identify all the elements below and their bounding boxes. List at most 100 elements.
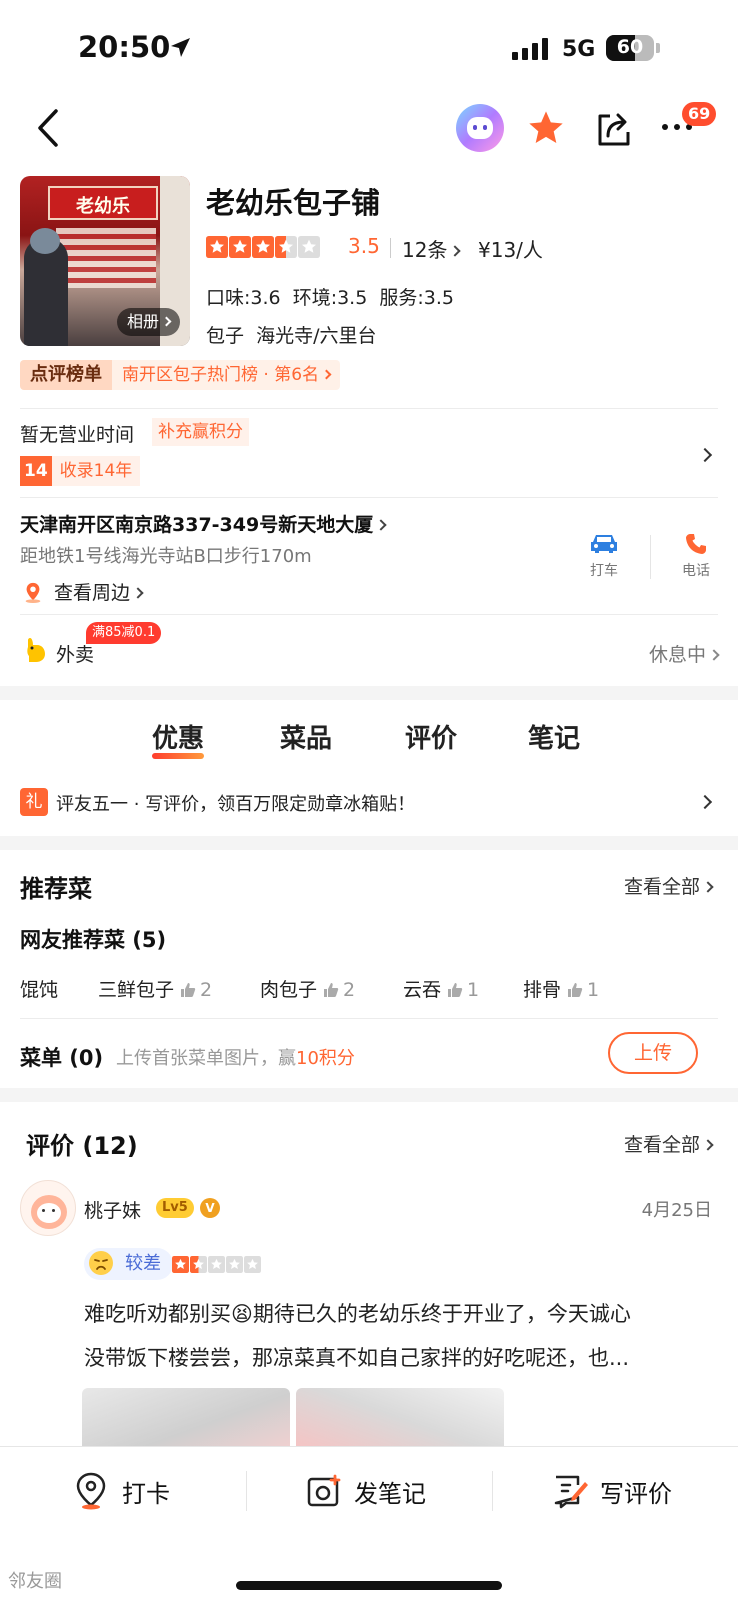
network-type: 5G — [562, 37, 596, 62]
ranking-banner[interactable]: 点评榜单 南开区包子热门榜 · 第6名 — [20, 360, 341, 390]
dish-likes: 2 — [200, 979, 213, 1001]
post-note-button[interactable]: 发笔记 — [306, 1471, 426, 1511]
watermark: 邻友圈 — [8, 1571, 62, 1592]
promo-text: 评友五一 · 写评价，领百万限定勋章冰箱贴！ — [56, 794, 416, 815]
avatar[interactable] — [20, 1180, 76, 1236]
review-text-line-1[interactable]: 难吃听劝都别买😫期待已久的老幼乐终于开业了，今天诚心 — [84, 1298, 631, 1328]
gift-icon: 礼 — [20, 788, 48, 816]
dish-name: 云吞 — [403, 979, 442, 1001]
delivery-row[interactable]: 外卖 满85减0.1 休息中 — [20, 622, 720, 676]
upload-button[interactable]: 上传 — [608, 1032, 698, 1074]
delivery-status: 休息中 — [648, 640, 720, 667]
menu-hint: 上传首张菜单图片，赢10积分 — [116, 1044, 355, 1070]
nearby-label: 查看周边 — [54, 582, 131, 604]
hours-text: 暂无营业时间 — [20, 424, 135, 446]
reviewer-name[interactable]: 桃子妹 — [84, 1196, 141, 1223]
dish-likes: 1 — [587, 979, 600, 1001]
supplement-points-tag[interactable]: 补充赢积分 — [152, 418, 249, 446]
rating-score: 3.5 — [348, 234, 380, 258]
menu-hint-text: 上传首张菜单图片，赢 — [116, 1048, 296, 1069]
ranking-text: 南开区包子热门榜 · 第6名 — [122, 365, 320, 385]
home-indicator — [236, 1581, 502, 1590]
recommend-title: 推荐菜 — [20, 875, 92, 903]
dish-likes: 1 — [467, 979, 480, 1001]
share-icon[interactable] — [594, 108, 634, 148]
reviews-count-link[interactable]: 12条 — [402, 234, 462, 263]
delivery-kangaroo-icon — [27, 638, 45, 662]
star-full-icon — [172, 1256, 189, 1273]
sub-scores: 口味:3.6 环境:3.5 服务:3.5 — [206, 287, 455, 309]
ai-assistant-icon[interactable] — [456, 104, 504, 152]
dish-likes: 2 — [343, 979, 356, 1001]
delivery-label: 外卖 — [56, 644, 95, 666]
review-text-line-2[interactable]: 没带饭下楼尝尝，那凉菜真不如自己家拌的好吃呢还，也... — [84, 1342, 629, 1372]
dish-item[interactable]: 云吞 1 — [403, 975, 479, 1002]
tab-discounts[interactable]: 优惠 — [152, 718, 205, 759]
status-time: 20:50 — [78, 30, 171, 64]
dish-item[interactable]: 排骨 1 — [523, 975, 599, 1002]
tab-reviews[interactable]: 评价 — [405, 718, 457, 755]
favorite-star-icon[interactable] — [526, 108, 566, 148]
star-full-icon — [229, 236, 251, 258]
mood-label: 较差 — [125, 1253, 162, 1274]
album-button[interactable]: 相册 — [116, 308, 180, 336]
checkin-button[interactable]: 打卡 — [74, 1471, 170, 1511]
tab-dishes[interactable]: 菜品 — [280, 718, 332, 755]
verified-badge-icon: V — [200, 1198, 220, 1218]
delivery-status-text: 休息中 — [648, 644, 706, 666]
dish-name: 排骨 — [523, 979, 562, 1001]
reviews-count: 12条 — [402, 238, 448, 262]
years-text: 收录14年 — [59, 461, 133, 481]
nearby-link[interactable]: 查看周边 — [22, 578, 144, 605]
chevron-right-icon — [697, 447, 713, 463]
address-text: 天津南开区南京路337-349号新天地大厦 — [20, 514, 374, 536]
star-half-icon — [275, 236, 297, 258]
hours-row[interactable]: 暂无营业时间 补充赢积分 14 收录14年 — [20, 418, 718, 488]
back-icon[interactable] — [34, 108, 62, 148]
chevron-right-icon — [697, 794, 713, 810]
menu-points: 10积分 — [296, 1048, 355, 1069]
phone-button[interactable]: 电话 — [672, 532, 720, 580]
storefront-sign: 老幼乐 — [76, 196, 130, 217]
write-review-label: 写评价 — [600, 1479, 672, 1508]
recommend-subtitle: 网友推荐菜 (5) — [20, 928, 167, 952]
tab-notes[interactable]: 笔记 — [528, 718, 580, 755]
phone-icon — [686, 534, 706, 554]
taxi-label: 打车 — [590, 563, 618, 579]
shop-name: 老幼乐包子铺 — [206, 186, 381, 220]
star-half-icon — [190, 1256, 207, 1273]
phone-label: 电话 — [682, 563, 710, 579]
address-link[interactable]: 天津南开区南京路337-349号新天地大厦 — [20, 510, 387, 537]
tab-discounts-label: 优惠 — [152, 724, 205, 754]
star-empty-icon — [244, 1256, 261, 1273]
location-pin-icon — [25, 582, 41, 603]
review-photo[interactable] — [296, 1388, 504, 1448]
camera-plus-icon — [307, 1474, 341, 1507]
dish-item[interactable]: 三鲜包子 2 — [98, 975, 212, 1002]
star-empty-icon — [226, 1256, 243, 1273]
dish-item[interactable]: 馄饨 — [20, 975, 58, 1002]
dish-name: 三鲜包子 — [98, 979, 175, 1001]
post-note-label: 发笔记 — [354, 1479, 426, 1508]
shop-photo[interactable]: 老幼乐 相册 — [20, 176, 190, 346]
reviews-see-all[interactable]: 查看全部 — [623, 1130, 714, 1157]
taxi-button[interactable]: 打车 — [580, 532, 628, 580]
delivery-promo-badge: 满85减0.1 — [86, 622, 162, 644]
reviews-see-all-label: 查看全部 — [623, 1134, 700, 1156]
battery-icon: 60 — [606, 35, 654, 61]
review-photo[interactable] — [82, 1388, 290, 1448]
star-full-icon — [206, 236, 228, 258]
years-number: 14 — [20, 456, 52, 486]
signal-icon — [512, 38, 548, 60]
edit-review-icon — [554, 1475, 588, 1509]
promo-banner[interactable]: 礼 评友五一 · 写评价，领百万限定勋章冰箱贴！ — [20, 788, 718, 818]
star-empty-icon — [208, 1256, 225, 1273]
write-review-button[interactable]: 写评价 — [552, 1471, 672, 1511]
dish-name: 肉包子 — [260, 979, 318, 1001]
recommend-see-all[interactable]: 查看全部 — [624, 872, 714, 899]
ranking-tag: 点评榜单 — [20, 360, 112, 390]
price-per-person: ¥13/人 — [478, 238, 543, 262]
dish-item[interactable]: 肉包子 2 — [260, 975, 355, 1002]
reviews-title: 评价 (12) — [26, 1132, 138, 1160]
years-badge: 14 收录14年 — [20, 456, 141, 486]
